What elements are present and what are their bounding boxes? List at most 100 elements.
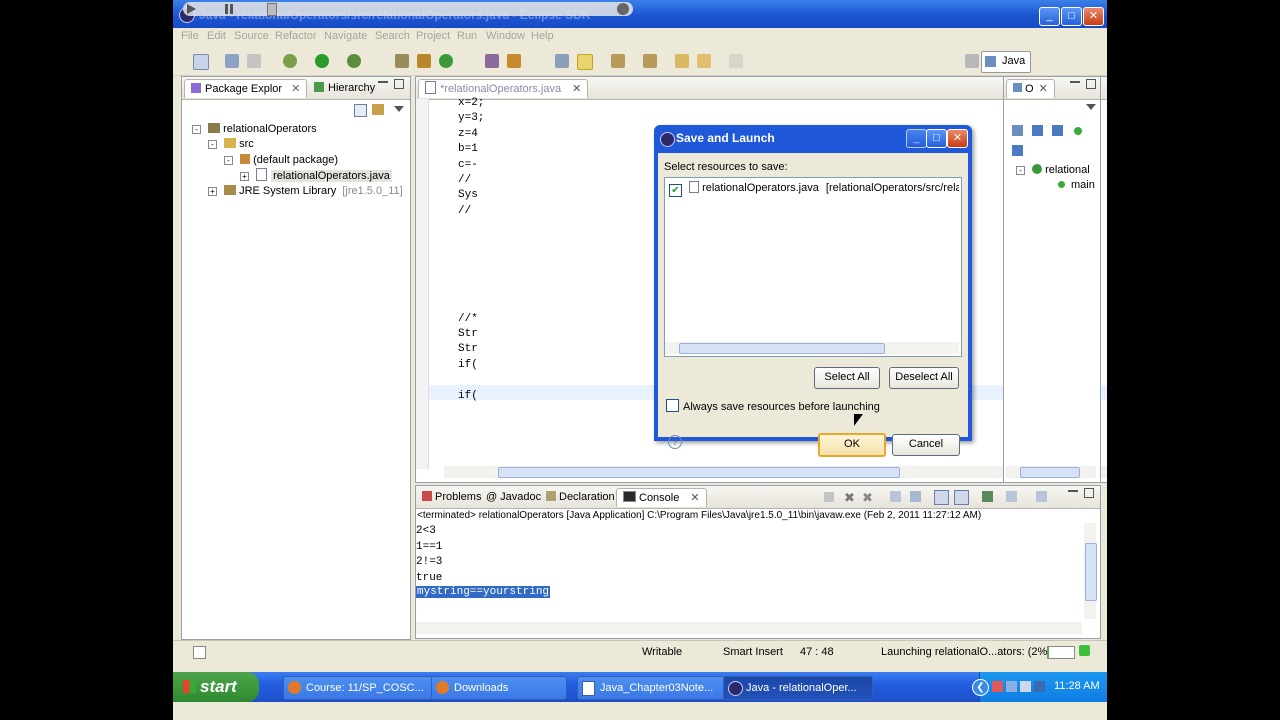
collapse-toggle-icon[interactable]: - bbox=[1016, 166, 1025, 175]
display-console-icon[interactable] bbox=[1006, 491, 1017, 502]
print-icon[interactable] bbox=[247, 54, 261, 68]
new-class-icon[interactable] bbox=[439, 54, 453, 68]
taskbar-item-document[interactable]: Java_Chapter03Note... bbox=[577, 676, 727, 700]
code-line[interactable]: Str bbox=[458, 328, 478, 340]
forward-icon[interactable] bbox=[729, 54, 743, 68]
menu-navigate[interactable]: Navigate bbox=[324, 30, 367, 42]
collapse-toggle-icon[interactable]: - bbox=[192, 125, 201, 134]
info-icon[interactable] bbox=[617, 3, 629, 15]
outline-horizontal-scroll-thumb[interactable] bbox=[1020, 467, 1080, 478]
minimize-view-icon[interactable] bbox=[1070, 81, 1080, 83]
debug-icon[interactable] bbox=[283, 54, 297, 68]
tree-item-java-file[interactable]: + relationalOperators.java bbox=[240, 168, 392, 183]
console-horizontal-scrollbar[interactable] bbox=[416, 622, 1082, 634]
toggle-mark-icon[interactable] bbox=[555, 54, 569, 68]
start-button[interactable]: start bbox=[173, 672, 259, 702]
open-perspective-icon[interactable] bbox=[965, 54, 979, 68]
editor-horizontal-scroll-thumb[interactable] bbox=[498, 467, 900, 478]
collapse-toggle-icon[interactable]: - bbox=[208, 140, 217, 149]
close-icon[interactable]: ✕ bbox=[572, 83, 581, 95]
terminate-icon[interactable] bbox=[824, 492, 834, 502]
view-menu-icon[interactable] bbox=[394, 106, 404, 112]
menu-window[interactable]: Window bbox=[486, 30, 525, 42]
tree-item-project[interactable]: - relationalOperators bbox=[192, 122, 317, 137]
back-icon[interactable] bbox=[697, 54, 711, 68]
open-console-icon[interactable] bbox=[1036, 491, 1047, 502]
resource-checkbox[interactable]: ✔ bbox=[669, 184, 682, 197]
code-line[interactable]: x=2; bbox=[458, 97, 484, 109]
maximize-view-icon[interactable] bbox=[1084, 488, 1094, 498]
menu-run[interactable]: Run bbox=[457, 30, 477, 42]
fast-view-icon[interactable] bbox=[193, 646, 206, 659]
menu-search[interactable]: Search bbox=[375, 30, 410, 42]
always-save-option[interactable]: Always save resources before launching bbox=[666, 399, 880, 413]
minimize-view-icon[interactable] bbox=[1068, 490, 1078, 492]
code-line[interactable]: if( bbox=[458, 359, 478, 371]
hide-nonpublic-icon[interactable] bbox=[1074, 127, 1082, 135]
window-titlebar[interactable]: Java - relationalOperators/src/relationa… bbox=[173, 0, 1107, 30]
console-vertical-scroll-thumb[interactable] bbox=[1085, 543, 1097, 601]
dialog-minimize-button[interactable]: _ bbox=[906, 129, 927, 148]
search-icon[interactable] bbox=[507, 54, 521, 68]
new-icon[interactable] bbox=[193, 54, 209, 70]
close-button[interactable]: ✕ bbox=[1083, 7, 1104, 26]
tray-app-icon[interactable] bbox=[1034, 681, 1045, 692]
menu-project[interactable]: Project bbox=[416, 30, 450, 42]
save-icon[interactable] bbox=[225, 54, 239, 68]
menu-help[interactable]: Help bbox=[531, 30, 554, 42]
last-edit-icon[interactable] bbox=[675, 54, 689, 68]
resource-list-scroll-thumb[interactable] bbox=[679, 343, 885, 354]
code-line[interactable]: z=4 bbox=[458, 128, 478, 140]
clear-console-icon[interactable] bbox=[890, 491, 901, 502]
hide-fields-icon[interactable] bbox=[1032, 125, 1043, 136]
expand-toggle-icon[interactable]: + bbox=[208, 187, 217, 196]
minimize-view-icon[interactable] bbox=[378, 81, 388, 83]
menu-file[interactable]: File bbox=[181, 30, 199, 42]
close-icon[interactable]: ✕ bbox=[291, 83, 300, 95]
tree-item-default-package[interactable]: - (default package) bbox=[224, 153, 338, 168]
code-line[interactable]: // bbox=[458, 174, 471, 186]
tab-javadoc[interactable]: @ Javadoc bbox=[480, 488, 547, 506]
tree-item-jre-library[interactable]: + JRE System Library [jre1.5.0_11] bbox=[208, 184, 403, 199]
dialog-maximize-button[interactable]: □ bbox=[926, 129, 947, 148]
resource-item[interactable]: ✔ relationalOperators.java [relationalOp… bbox=[669, 181, 959, 197]
highlight-icon[interactable] bbox=[577, 54, 593, 70]
hide-static-icon[interactable] bbox=[1052, 125, 1063, 136]
run-icon[interactable] bbox=[315, 54, 329, 68]
close-icon[interactable]: ✕ bbox=[1039, 83, 1048, 95]
close-icon[interactable]: ✕ bbox=[690, 492, 699, 504]
code-line[interactable]: // bbox=[458, 205, 471, 217]
show-stderr-icon[interactable] bbox=[954, 490, 969, 505]
tray-app-icon[interactable] bbox=[1020, 681, 1031, 692]
new-package-icon[interactable] bbox=[417, 54, 431, 68]
link-with-editor-icon[interactable] bbox=[372, 104, 384, 115]
select-all-button[interactable]: Select All bbox=[814, 367, 880, 389]
code-line[interactable]: //* bbox=[458, 313, 478, 325]
external-tools-icon[interactable] bbox=[347, 54, 361, 68]
tray-app-icon[interactable] bbox=[992, 681, 1003, 692]
hide-local-types-icon[interactable] bbox=[1012, 145, 1023, 156]
menu-refactor[interactable]: Refactor bbox=[275, 30, 317, 42]
seek-handle[interactable] bbox=[267, 3, 277, 16]
tray-expand-icon[interactable]: ❮ bbox=[972, 679, 989, 696]
help-icon[interactable]: ? bbox=[668, 435, 682, 449]
cancel-button[interactable]: Cancel bbox=[892, 434, 960, 456]
dialog-close-button[interactable]: ✕ bbox=[947, 129, 968, 148]
scroll-lock-icon[interactable] bbox=[910, 491, 921, 502]
tab-problems[interactable]: Problems bbox=[416, 488, 487, 506]
taskbar-item-downloads[interactable]: Downloads bbox=[431, 676, 567, 700]
view-menu-icon[interactable] bbox=[1086, 104, 1096, 110]
code-line[interactable]: y=3; bbox=[458, 112, 484, 124]
minimize-button[interactable]: _ bbox=[1039, 7, 1060, 26]
always-save-checkbox[interactable] bbox=[666, 399, 679, 412]
play-icon[interactable] bbox=[187, 4, 196, 14]
maximize-view-icon[interactable] bbox=[394, 79, 404, 89]
ok-button[interactable]: OK bbox=[818, 433, 886, 457]
expand-toggle-icon[interactable]: + bbox=[240, 172, 249, 181]
console-output-selected-line[interactable]: mystring==yourstring bbox=[416, 586, 551, 598]
pause-icon[interactable] bbox=[225, 4, 228, 14]
new-java-project-icon[interactable] bbox=[395, 54, 409, 68]
show-stdout-icon[interactable] bbox=[934, 490, 949, 505]
outline-horizontal-scrollbar[interactable] bbox=[1006, 466, 1096, 478]
pin-console-icon[interactable] bbox=[982, 491, 993, 502]
